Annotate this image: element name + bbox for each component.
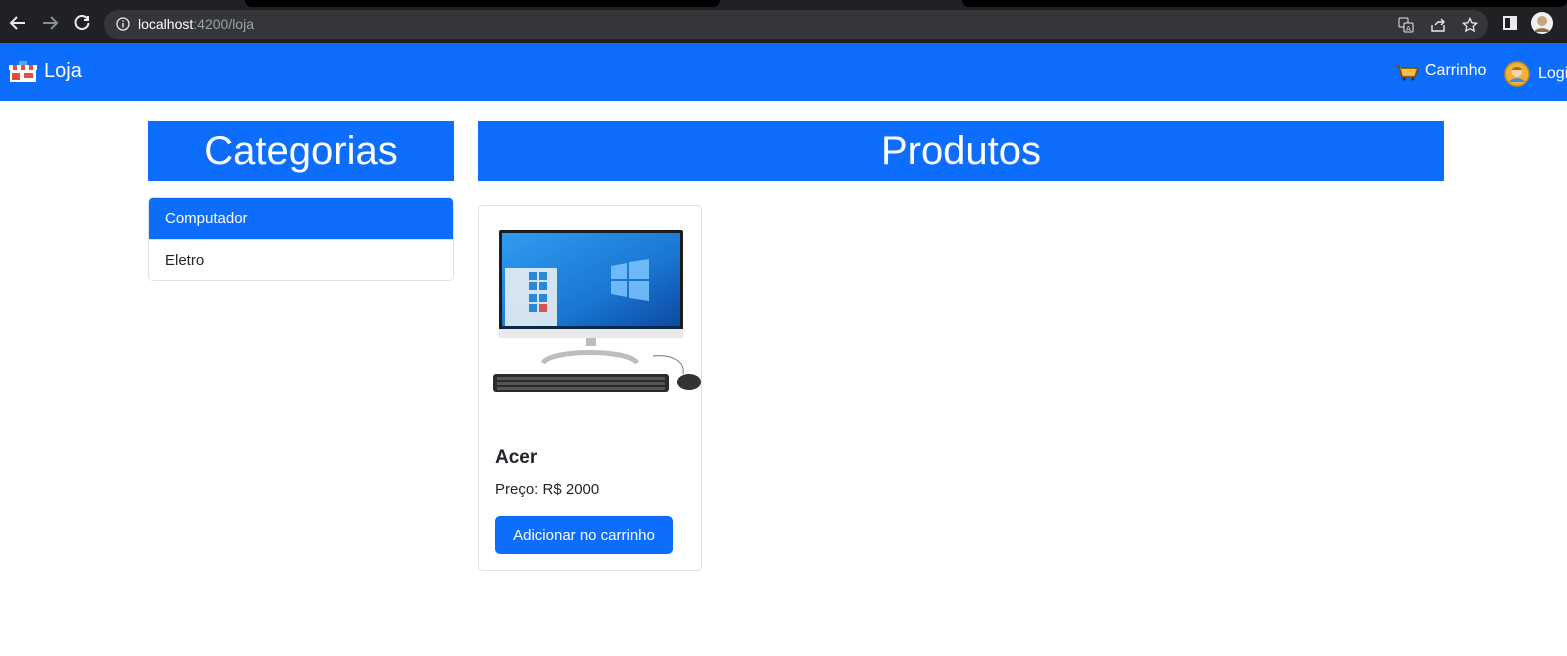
login-link[interactable]: Login [1502,61,1567,87]
add-to-cart-button[interactable]: Adicionar no carrinho [495,516,673,554]
browser-toolbar: localhost:4200/loja A [0,0,1567,43]
shopping-basket-icon [1396,65,1419,81]
product-price: Preço: R$ 2000 [495,481,600,498]
product-image-computer [493,230,701,392]
category-item-computador[interactable]: Computador [149,198,453,239]
svg-text:A: A [1406,25,1411,33]
cart-label: Carrinho [1425,62,1487,79]
user-avatar-icon [1504,61,1530,87]
product-card: Acer Preço: R$ 2000 Adicionar no carrinh… [478,205,702,571]
bookmark-star-icon[interactable] [1461,16,1479,33]
reload-icon[interactable] [71,12,93,34]
login-label: Login [1538,65,1567,82]
product-name: Acer [495,447,538,468]
category-item-eletro[interactable]: Eletro [149,239,453,280]
tab-strip [245,0,720,7]
url-path: :4200/loja [193,16,254,32]
category-list: Computador Eletro [148,197,454,281]
back-icon[interactable] [7,12,29,34]
translate-icon[interactable]: A [1398,17,1414,33]
share-icon[interactable] [1430,17,1446,33]
side-panel-icon[interactable] [1499,12,1521,34]
profile-avatar-icon[interactable] [1530,11,1554,35]
cart-link[interactable]: Carrinho [1395,61,1486,81]
brand-label: Loja [44,60,82,82]
store-icon [9,60,37,82]
brand-link[interactable]: Loja [8,60,82,83]
info-icon[interactable] [116,17,130,31]
url-host: localhost [138,16,194,32]
app-navbar: Loja Carrinho Login [0,43,1567,101]
url-text: localhost:4200/loja [138,16,254,32]
forward-icon[interactable] [39,12,61,34]
products-title: Produtos [478,121,1444,181]
address-bar[interactable]: localhost:4200/loja A [104,10,1488,39]
categories-title: Categorias [148,121,454,181]
tab-strip [962,0,1567,7]
